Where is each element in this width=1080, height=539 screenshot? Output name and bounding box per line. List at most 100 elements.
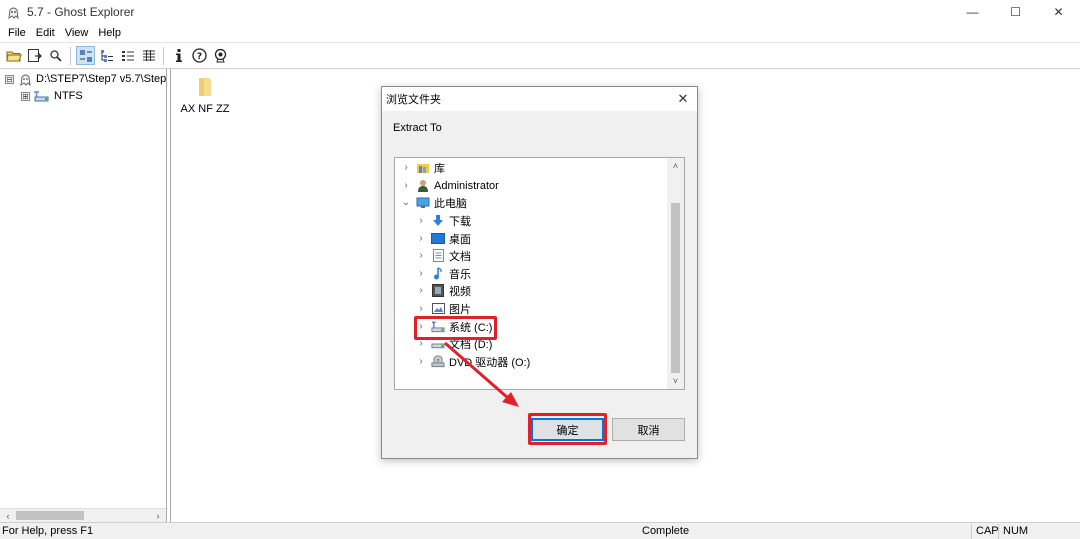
tree-item-label: 此电脑 [434, 197, 467, 210]
tree-item-pictures[interactable]: › 图片 [416, 300, 471, 317]
scroll-down-button[interactable]: ˅ [667, 373, 684, 389]
partition-icon [33, 89, 49, 103]
large-icons-view-icon[interactable] [76, 46, 95, 65]
tree-item-label: 桌面 [449, 233, 471, 246]
video-icon [431, 284, 445, 297]
tree-item-downloads[interactable]: › 下载 [416, 212, 471, 229]
tree-view-icon[interactable] [118, 46, 137, 65]
browse-folder-dialog: 浏览文件夹 ✕ Extract To › 库 › Administrator ⌄… [381, 86, 698, 459]
user-icon [416, 179, 430, 192]
folder-item[interactable]: AX NF ZZ [175, 73, 235, 115]
chevron-right-icon[interactable]: › [416, 356, 426, 367]
window-title: 5.7 - Ghost Explorer [27, 5, 135, 19]
details-view-icon[interactable] [139, 46, 158, 65]
tree-item-label: 音乐 [449, 268, 471, 281]
status-state: Complete [642, 525, 690, 537]
tree-item-documents[interactable]: › 文档 [416, 247, 471, 264]
scrollbar-thumb[interactable] [671, 203, 680, 373]
tree-item-label: DVD 驱动器 (O:) [449, 356, 531, 369]
dialog-close-button[interactable]: ✕ [673, 89, 693, 109]
chevron-right-icon[interactable]: › [416, 268, 426, 279]
ghost-app-icon [5, 4, 21, 20]
status-cap: CAP [971, 524, 999, 539]
ok-button-highlight [528, 413, 607, 445]
tree-item-administrator[interactable]: › Administrator [401, 177, 499, 194]
library-icon [416, 161, 430, 174]
music-icon [431, 267, 445, 280]
pictures-icon [431, 302, 445, 315]
folder-icon [195, 75, 215, 97]
chevron-right-icon[interactable]: › [401, 180, 411, 191]
maximize-button[interactable]: ☐ [994, 0, 1037, 24]
menu-view[interactable]: View [60, 27, 94, 39]
folder-tree-pane: ⊟ D:\STEP7\Step7 v5.7\Step ⊞ NTFS ‹ › [0, 69, 167, 522]
horizontal-scrollbar[interactable]: ‹ › [0, 508, 166, 522]
ghost-explorer-window: 5.7 - Ghost Explorer — ☐ ✕ File Edit Vie… [0, 0, 1080, 539]
dialog-title: 浏览文件夹 [386, 94, 441, 106]
tree-item-label: Administrator [434, 179, 499, 192]
tree-ntfs-label: NTFS [52, 90, 85, 102]
status-help-text: For Help, press F1 [2, 525, 94, 537]
download-icon [431, 214, 445, 227]
dvd-drive-icon [431, 355, 445, 368]
folder-tree: › 库 › Administrator ⌄ 此电脑 › 下载 › 桌面 › 文档… [394, 157, 685, 390]
dialog-prompt: Extract To [393, 122, 442, 134]
scroll-right-button[interactable]: › [151, 509, 165, 523]
tree-item-library[interactable]: › 库 [401, 159, 445, 176]
help-icon[interactable]: ? [190, 46, 209, 65]
scrollbar-thumb[interactable] [16, 511, 84, 520]
find-icon[interactable] [46, 46, 65, 65]
chevron-right-icon[interactable]: › [416, 215, 426, 226]
tree-item-music[interactable]: › 音乐 [416, 265, 471, 282]
open-folder-icon[interactable] [4, 46, 23, 65]
ghost-image-icon [17, 72, 33, 86]
window-controls: — ☐ ✕ [951, 0, 1080, 24]
close-button[interactable]: ✕ [1037, 0, 1080, 24]
status-bar: For Help, press F1 Complete CAP NUM [0, 522, 1080, 539]
chevron-right-icon[interactable]: › [416, 303, 426, 314]
tree-ntfs-row[interactable]: ⊞ NTFS [21, 88, 85, 104]
menu-edit[interactable]: Edit [31, 27, 60, 39]
desktop-icon [431, 232, 445, 245]
status-num: NUM [998, 524, 1028, 539]
tree-item-this-pc[interactable]: ⌄ 此电脑 [401, 194, 467, 211]
chevron-right-icon[interactable]: › [401, 162, 411, 173]
tree-item-videos[interactable]: › 视频 [416, 282, 471, 299]
tree-root-row[interactable]: ⊟ D:\STEP7\Step7 v5.7\Step [5, 71, 166, 87]
svg-text:?: ? [197, 52, 202, 62]
menu-file[interactable]: File [3, 27, 31, 39]
info-icon[interactable] [169, 46, 188, 65]
tree-item-dvd-drive[interactable]: › DVD 驱动器 (O:) [416, 353, 530, 370]
tree-root-label: D:\STEP7\Step7 v5.7\Step [36, 73, 167, 85]
toolbar-separator [163, 46, 164, 65]
tree-collapse-toggle[interactable]: ⊟ [5, 74, 14, 84]
toolbar-separator [70, 46, 71, 65]
dialog-vertical-scrollbar[interactable]: ˄ ˅ [667, 158, 684, 389]
save-icon[interactable] [25, 46, 44, 65]
toolbar: ? [0, 43, 1080, 69]
tree-expand-toggle[interactable]: ⊞ [21, 91, 30, 101]
minimize-button[interactable]: — [951, 0, 994, 24]
computer-icon [416, 196, 430, 209]
documents-icon [431, 249, 445, 262]
tree-item-label: 下载 [449, 215, 471, 228]
menu-help[interactable]: Help [93, 27, 126, 39]
cancel-button[interactable]: 取消 [612, 418, 685, 441]
tree-item-label: 图片 [449, 303, 471, 316]
list-view-icon[interactable] [97, 46, 116, 65]
scroll-left-button[interactable]: ‹ [1, 509, 15, 523]
support-icon[interactable] [211, 46, 230, 65]
dialog-title-bar: 浏览文件夹 ✕ [382, 87, 697, 111]
chevron-right-icon[interactable]: › [416, 285, 426, 296]
chevron-right-icon[interactable]: › [416, 233, 426, 244]
drive-c-highlight [414, 316, 497, 340]
chevron-down-icon[interactable]: ⌄ [401, 197, 411, 208]
menu-bar: File Edit View Help [0, 24, 1080, 43]
tree-item-label: 库 [434, 162, 445, 175]
tree-item-desktop[interactable]: › 桌面 [416, 230, 471, 247]
chevron-right-icon[interactable]: › [416, 250, 426, 261]
folder-label: AX NF ZZ [180, 103, 230, 115]
tree-item-label: 视频 [449, 285, 471, 298]
title-bar: 5.7 - Ghost Explorer — ☐ ✕ [0, 0, 1080, 24]
scroll-up-button[interactable]: ˄ [667, 158, 684, 174]
